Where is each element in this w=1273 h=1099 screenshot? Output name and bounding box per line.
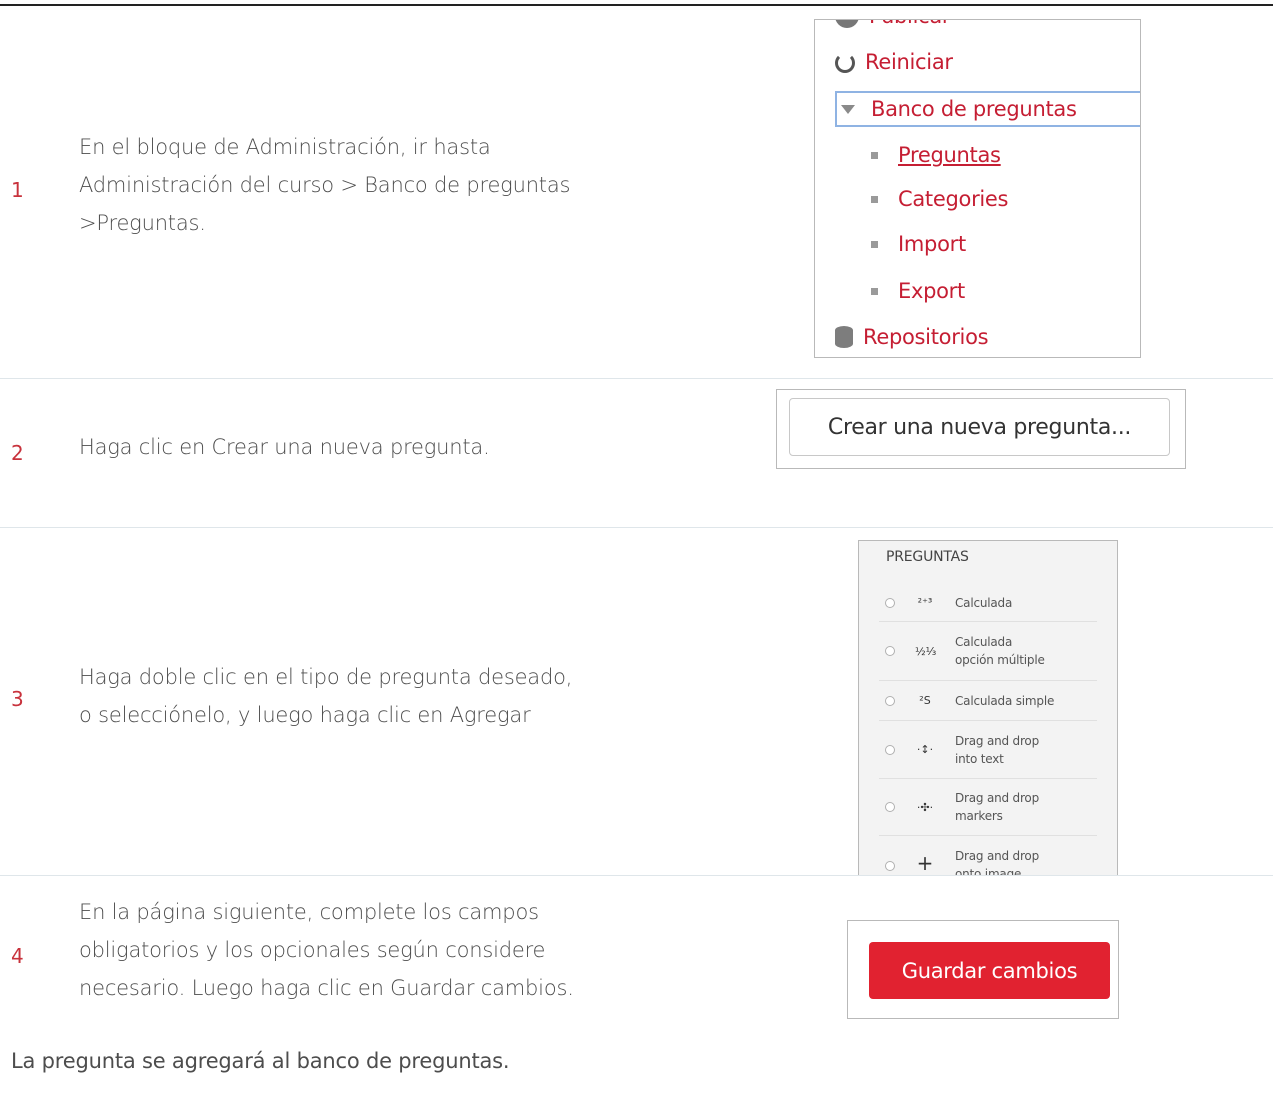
footer-note: La pregunta se agregará al banco de preg… — [11, 1049, 510, 1073]
create-button-screenshot: Crear una nueva pregunta... — [776, 389, 1186, 469]
step-1-line-1: En el bloque de Administración, ir hasta — [79, 135, 491, 159]
bullet-icon — [871, 195, 878, 203]
question-type-label-line-1: Drag and drop — [955, 733, 1039, 748]
step-number-4: 4 — [11, 944, 24, 968]
menu-item-label: Preguntas — [898, 143, 1001, 167]
menu-item-preguntas[interactable]: Preguntas — [815, 132, 1140, 178]
question-type-label: Calculada simple — [955, 692, 1054, 710]
row-divider — [0, 527, 1273, 528]
radio-button[interactable] — [885, 646, 895, 656]
drag-drop-text-icon: ·↕· — [916, 743, 934, 756]
step-4-line-1: En la página siguiente, complete los cam… — [79, 900, 539, 924]
menu-item-label: Categories — [898, 187, 1009, 211]
question-type-label-line-1: Calculada simple — [955, 693, 1055, 708]
question-type-label: Drag and drop markers — [955, 789, 1039, 825]
radio-button[interactable] — [885, 597, 895, 608]
menu-item-label: Export — [898, 279, 965, 303]
top-rule — [0, 4, 1273, 6]
radio-button[interactable] — [885, 861, 895, 871]
step-number-2: 2 — [11, 441, 24, 465]
menu-item-label: Repositorios — [863, 325, 989, 349]
step-4-line-2: obligatorios y los opcionales según cons… — [79, 938, 546, 962]
bullet-icon — [871, 287, 878, 295]
question-types-screenshot: PREGUNTAS ²⁺³ Calculada ½⅓ Calculada opc… — [858, 540, 1118, 875]
menu-item-import[interactable]: Import — [815, 221, 1140, 267]
menu-item-repositorios[interactable]: Repositorios — [815, 314, 1140, 357]
step-1-line-2: Administración del curso > Banco de preg… — [79, 173, 571, 197]
question-type-row[interactable]: ²S Calculada simple — [879, 681, 1097, 721]
question-type-label-line-1: Calculada — [955, 595, 1013, 610]
question-type-label-line-2: markers — [955, 809, 1003, 823]
drag-drop-image-icon: + — [916, 851, 934, 875]
menu-item-label: Reiniciar — [865, 50, 953, 74]
menu-item-label: Import — [898, 232, 966, 256]
drag-drop-markers-icon: ·✣· — [916, 800, 934, 814]
step-text-2: Haga clic en Crear una nueva pregunta. — [79, 428, 490, 466]
question-type-label-line-1: Drag and drop — [955, 849, 1039, 863]
row-divider — [0, 378, 1273, 379]
database-icon — [835, 326, 853, 348]
question-type-label: Calculada opción múltiple — [955, 633, 1045, 669]
calculated-icon: ²⁺³ — [917, 596, 933, 609]
save-button-screenshot: Guardar cambios — [847, 920, 1119, 1019]
menu-item-label: Publicar — [869, 20, 951, 28]
question-type-row[interactable]: ·✣· Drag and drop markers — [879, 779, 1097, 836]
step-text-4: En la página siguiente, complete los cam… — [79, 893, 574, 1007]
question-type-row[interactable]: + Drag and drop onto image — [879, 837, 1097, 875]
triangle-down-icon — [841, 104, 855, 114]
admin-menu-screenshot: Publicar Reiniciar Banco de preguntas Pr… — [814, 19, 1141, 358]
step-1-line-3: >Preguntas. — [79, 211, 206, 235]
step-number-3: 3 — [11, 687, 24, 711]
question-type-label: Drag and drop onto image — [955, 847, 1039, 875]
step-text-3: Haga doble clic en el tipo de pregunta d… — [79, 658, 572, 734]
question-type-label-line-2: into text — [955, 751, 1004, 766]
menu-item-label: Banco de preguntas — [871, 97, 1077, 121]
question-types-header: PREGUNTAS — [886, 549, 969, 565]
row-divider — [0, 875, 1273, 876]
step-number-1: 1 — [11, 178, 24, 202]
step-2-line-1: Haga clic en Crear una nueva pregunta. — [79, 435, 490, 459]
question-type-label-line-1: Drag and drop — [955, 791, 1039, 805]
calculated-multichoice-icon: ½⅓ — [915, 644, 937, 658]
create-question-button[interactable]: Crear una nueva pregunta... — [789, 398, 1170, 456]
question-type-label-line-2: onto image — [955, 867, 1022, 875]
bullet-icon — [871, 240, 878, 248]
globe-icon — [835, 20, 859, 28]
menu-item-categories[interactable]: Categories — [815, 176, 1140, 222]
calculated-simple-icon: ²S — [919, 694, 931, 707]
question-type-label: Drag and drop into text — [955, 732, 1039, 768]
radio-button[interactable] — [885, 695, 895, 706]
question-type-label: Calculada — [955, 594, 1012, 612]
save-changes-button[interactable]: Guardar cambios — [869, 942, 1110, 999]
question-type-label-line-1: Calculada — [955, 635, 1013, 649]
menu-item-reiniciar[interactable]: Reiniciar — [815, 39, 1140, 85]
menu-item-export[interactable]: Export — [815, 268, 1140, 314]
reload-icon — [835, 53, 855, 73]
question-type-label-line-2: opción múltiple — [955, 653, 1045, 667]
question-type-row[interactable]: ²⁺³ Calculada — [879, 584, 1097, 622]
step-4-line-3: necesario. Luego haga clic en Guardar ca… — [79, 976, 574, 1000]
question-type-row[interactable]: ½⅓ Calculada opción múltiple — [879, 622, 1097, 681]
step-3-line-2: o selecciónelo, y luego haga clic en Agr… — [79, 703, 531, 727]
bullet-icon — [871, 151, 878, 159]
question-type-row[interactable]: ·↕· Drag and drop into text — [879, 721, 1097, 779]
step-text-1: En el bloque de Administración, ir hasta… — [79, 128, 570, 242]
menu-item-banco-de-preguntas[interactable]: Banco de preguntas — [815, 86, 1140, 132]
menu-item-publicar[interactable]: Publicar — [815, 20, 1140, 39]
radio-button[interactable] — [885, 744, 895, 755]
radio-button[interactable] — [885, 802, 895, 812]
step-3-line-1: Haga doble clic en el tipo de pregunta d… — [79, 665, 573, 689]
